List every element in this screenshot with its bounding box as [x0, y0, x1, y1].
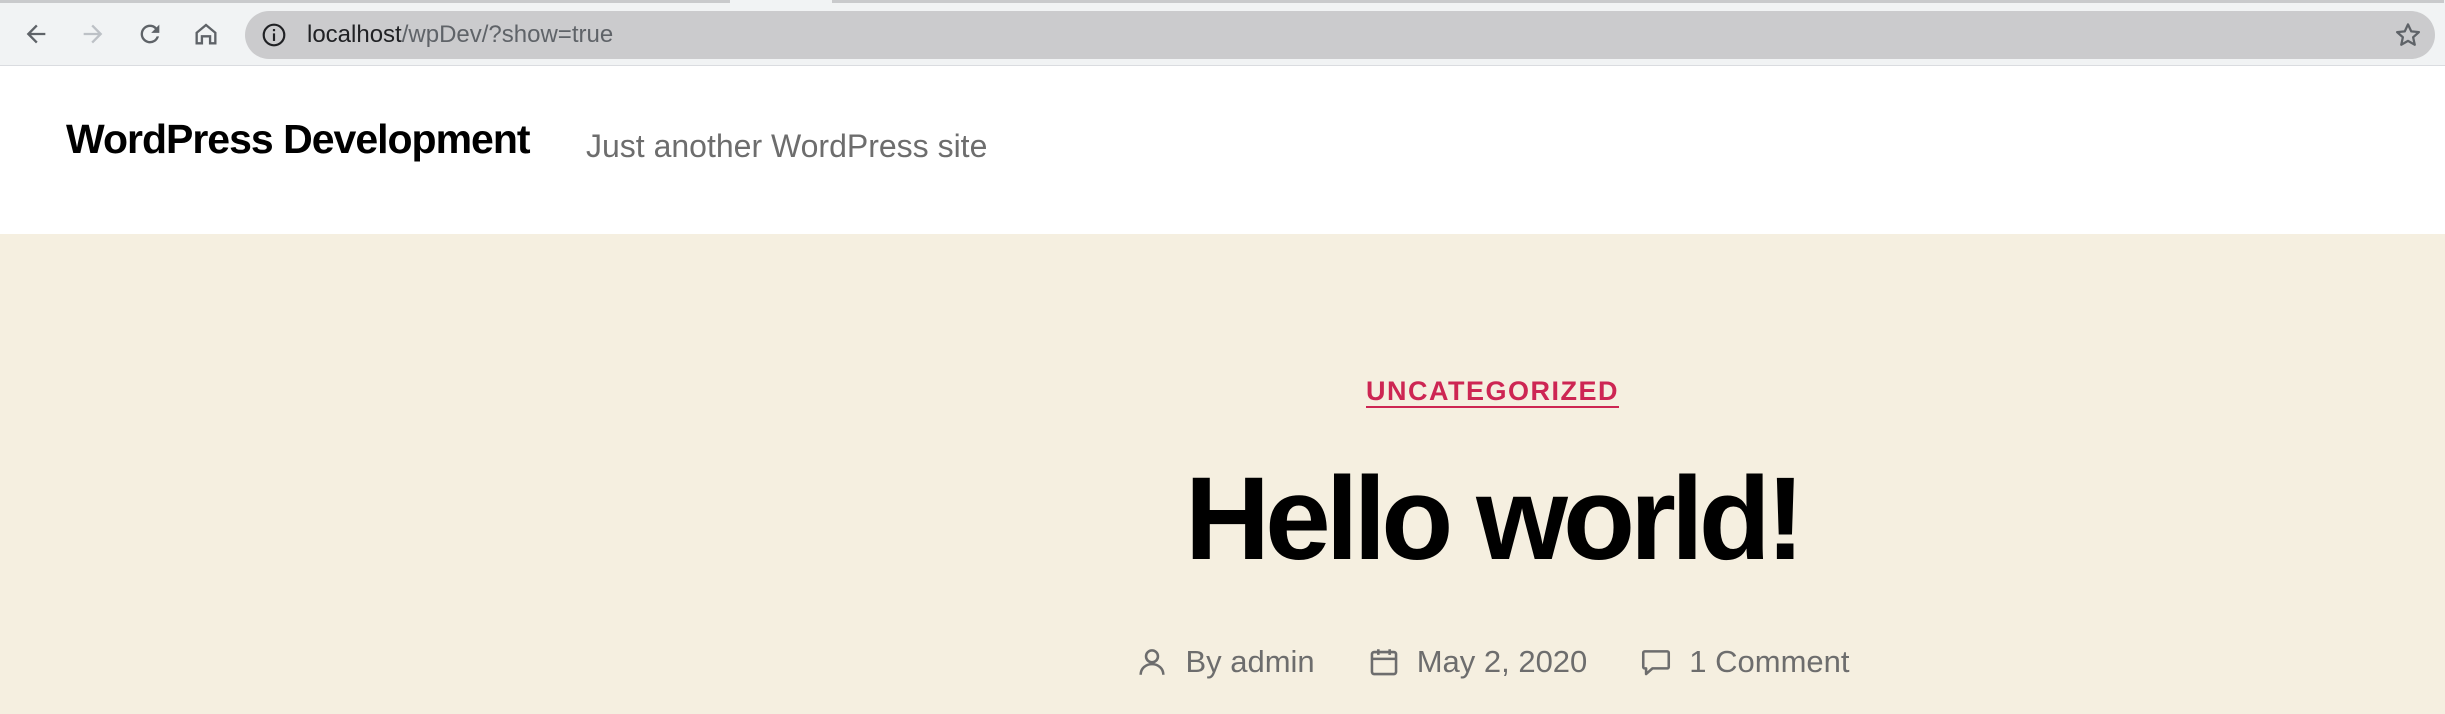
- star-icon[interactable]: [2393, 20, 2423, 50]
- url-path: /wpDev/?show=true: [401, 21, 614, 48]
- post-meta: By admin May 2, 2020 1 Comment: [0, 644, 2445, 680]
- post-comments: 1 Comment: [1639, 644, 1850, 680]
- tab-strip: [0, 0, 730, 3]
- home-button[interactable]: [186, 14, 226, 54]
- entry-categories: UNCATEGORIZED: [0, 376, 2445, 407]
- post-date: May 2, 2020: [1367, 644, 1588, 680]
- browser-toolbar: localhost/wpDev/?show=true: [0, 0, 2445, 66]
- site-description: Just another WordPress site: [586, 128, 988, 164]
- author-link[interactable]: By admin: [1185, 644, 1314, 680]
- comment-icon: [1642, 650, 1671, 676]
- address-bar[interactable]: localhost/wpDev/?show=true: [245, 11, 2435, 59]
- post-author: By admin: [1135, 644, 1315, 680]
- arrow-left-icon: [26, 24, 46, 44]
- calendar-icon: [1370, 649, 1398, 676]
- url-host: localhost: [307, 21, 402, 48]
- arrow-right-icon: [83, 24, 103, 44]
- date-link[interactable]: May 2, 2020: [1417, 644, 1588, 680]
- comments-link[interactable]: 1 Comment: [1689, 644, 1849, 680]
- user-icon: [1139, 649, 1166, 675]
- forward-button[interactable]: [73, 14, 113, 54]
- site-header: WordPress Development Just another WordP…: [0, 66, 2445, 234]
- category-link[interactable]: UNCATEGORIZED: [1366, 376, 1619, 406]
- site-title[interactable]: WordPress Development: [66, 116, 531, 163]
- entry-header: UNCATEGORIZED Hello world! By admin May …: [0, 234, 2445, 714]
- reload-button[interactable]: [130, 14, 170, 54]
- post-title[interactable]: Hello world!: [0, 460, 2445, 578]
- reload-icon: [140, 24, 160, 44]
- url-text[interactable]: localhost/wpDev/?show=true: [307, 11, 613, 59]
- tab-strip: [832, 0, 2444, 3]
- back-button[interactable]: [16, 14, 56, 54]
- home-icon: [195, 23, 217, 45]
- info-icon[interactable]: [261, 22, 287, 48]
